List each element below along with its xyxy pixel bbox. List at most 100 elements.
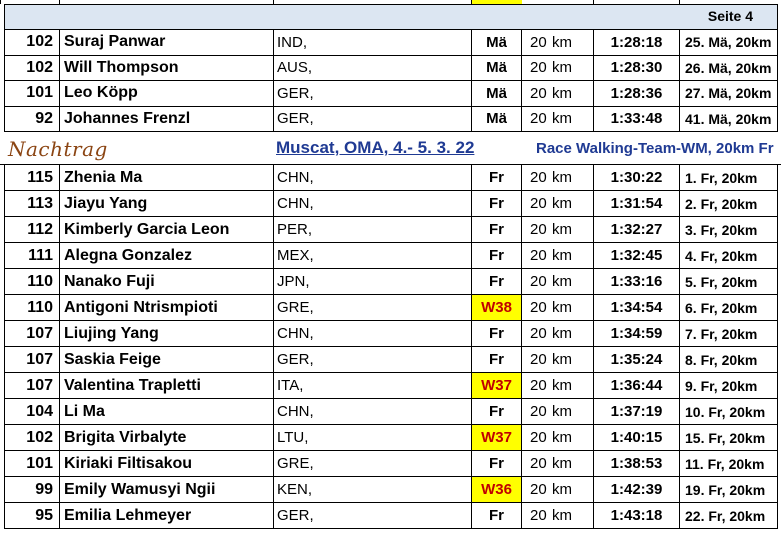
category: Mä <box>472 30 522 56</box>
athlete-name: Brigita Virbalyte <box>60 425 274 451</box>
distance: 20 km <box>522 477 594 503</box>
category: Fr <box>472 451 522 477</box>
bib-number: 113 <box>4 191 60 217</box>
athlete-name: Johannes Frenzl <box>60 106 274 132</box>
placing: 11. Fr, 20km <box>680 451 778 477</box>
country-code: GER, <box>274 503 472 529</box>
nachtrag-label: Nachtrag <box>8 137 108 161</box>
country-code: GER, <box>274 106 472 132</box>
distance-unit: km <box>552 247 572 264</box>
country-code: IND, <box>274 30 472 56</box>
table-row: 102 Brigita Virbalyte LTU, W37 20 km 1:40:15 15… <box>0 425 781 451</box>
country-code: KEN, <box>274 477 472 503</box>
placing: 41. Mä, 20km <box>680 106 778 132</box>
table-row: 92 Johannes Frenzl GER, Mä 20 km 1:33:48 41. Mä… <box>0 106 781 132</box>
distance: 20 km <box>522 55 594 81</box>
distance-unit: km <box>552 377 572 394</box>
bib-number: 102 <box>4 30 60 56</box>
placing: 6. Fr, 20km <box>680 295 778 321</box>
distance: 20 km <box>522 106 594 132</box>
results-sheet: Seite 4 102 Suraj Panwar IND, Mä 20 km 1:28:18… <box>0 0 781 533</box>
finish-time: 1:34:59 <box>594 321 680 347</box>
athlete-name: Will Thompson <box>60 55 274 81</box>
distance-unit: km <box>552 273 572 290</box>
finish-time: 1:40:15 <box>594 425 680 451</box>
country-code: CHN, <box>274 165 472 191</box>
bib-number: 99 <box>4 477 60 503</box>
finish-time: 1:42:39 <box>594 477 680 503</box>
placing: 10. Fr, 20km <box>680 399 778 425</box>
category: Fr <box>472 191 522 217</box>
placing: 2. Fr, 20km <box>680 191 778 217</box>
finish-time: 1:30:22 <box>594 165 680 191</box>
athlete-name: Suraj Panwar <box>60 30 274 56</box>
distance-unit: km <box>552 403 572 420</box>
distance: 20 km <box>522 321 594 347</box>
category: Fr <box>472 503 522 529</box>
distance-unit: km <box>552 59 572 77</box>
placing: 26. Mä, 20km <box>680 55 778 81</box>
category: Fr <box>472 269 522 295</box>
event-title: Muscat, OMA, 4.- 5. 3. 22 <box>276 138 475 157</box>
table-row: 107 Saskia Feige GER, Fr 20 km 1:35:24 8. Fr, 2… <box>0 347 781 373</box>
table-row: 110 Antigoni Ntrismpioti GRE, W38 20 km 1:34:5… <box>0 295 781 321</box>
page-header-bar <box>4 4 778 30</box>
table-row: 107 Liujing Yang CHN, Fr 20 km 1:34:59 7. Fr, 2… <box>0 321 781 347</box>
athlete-name: Antigoni Ntrismpioti <box>60 295 274 321</box>
placing: 1. Fr, 20km <box>680 165 778 191</box>
country-code: JPN, <box>274 269 472 295</box>
table-row: 95 Emilia Lehmeyer GER, Fr 20 km 1:43:18 22. Fr… <box>0 503 781 529</box>
distance-unit: km <box>552 429 572 446</box>
distance-value: 20 <box>530 377 547 394</box>
distance-value: 20 <box>530 325 547 342</box>
table-row: 102 Will Thompson AUS, Mä 20 km 1:28:30 26. Mä,… <box>0 55 781 81</box>
category: Fr <box>472 399 522 425</box>
category: Fr <box>472 347 522 373</box>
table-row: 111 Alegna Gonzalez MEX, Fr 20 km 1:32:45 4. Fr… <box>0 243 781 269</box>
table-row: 112 Kimberly Garcia Leon PER, Fr 20 km 1:32:27… <box>0 217 781 243</box>
placing: 7. Fr, 20km <box>680 321 778 347</box>
distance-value: 20 <box>530 351 547 368</box>
bib-number: 104 <box>4 399 60 425</box>
placing: 19. Fr, 20km <box>680 477 778 503</box>
distance-value: 20 <box>530 169 547 186</box>
athlete-name: Kimberly Garcia Leon <box>60 217 274 243</box>
country-code: GER, <box>274 81 472 107</box>
finish-time: 1:28:36 <box>594 81 680 107</box>
category: W36 <box>472 477 522 503</box>
athlete-name: Nanako Fuji <box>60 269 274 295</box>
athlete-name: Emily Wamusyi Ngii <box>60 477 274 503</box>
page-number: Seite 4 <box>707 8 753 24</box>
distance-unit: km <box>552 455 572 472</box>
bib-number: 92 <box>4 106 60 132</box>
nachtrag-row: Nachtrag Muscat, OMA, 4.- 5. 3. 22 Race … <box>0 132 781 165</box>
distance: 20 km <box>522 295 594 321</box>
table-row: 115 Zhenia Ma CHN, Fr 20 km 1:30:22 1. Fr, 20km <box>0 165 781 191</box>
placing: 22. Fr, 20km <box>680 503 778 529</box>
athlete-name: Zhenia Ma <box>60 165 274 191</box>
placing: 9. Fr, 20km <box>680 373 778 399</box>
category: Mä <box>472 106 522 132</box>
distance: 20 km <box>522 503 594 529</box>
athlete-name: Kiriaki Filtisakou <box>60 451 274 477</box>
bib-number: 101 <box>4 81 60 107</box>
category: W37 <box>472 425 522 451</box>
table-row: 101 Leo Köpp GER, Mä 20 km 1:28:36 27. Mä, 20km <box>0 81 781 107</box>
placing: 4. Fr, 20km <box>680 243 778 269</box>
athlete-name: Valentina Trapletti <box>60 373 274 399</box>
distance: 20 km <box>522 191 594 217</box>
finish-time: 1:35:24 <box>594 347 680 373</box>
distance-value: 20 <box>530 507 547 524</box>
bib-number: 115 <box>4 165 60 191</box>
distance: 20 km <box>522 347 594 373</box>
country-code: CHN, <box>274 321 472 347</box>
category: Mä <box>472 55 522 81</box>
athlete-name: Li Ma <box>60 399 274 425</box>
finish-time: 1:28:18 <box>594 30 680 56</box>
finish-time: 1:37:19 <box>594 399 680 425</box>
competition-title: Race Walking-Team-WM, 20km Fr <box>536 140 774 157</box>
distance: 20 km <box>522 243 594 269</box>
distance-unit: km <box>552 110 572 128</box>
athlete-name: Leo Köpp <box>60 81 274 107</box>
country-code: MEX, <box>274 243 472 269</box>
